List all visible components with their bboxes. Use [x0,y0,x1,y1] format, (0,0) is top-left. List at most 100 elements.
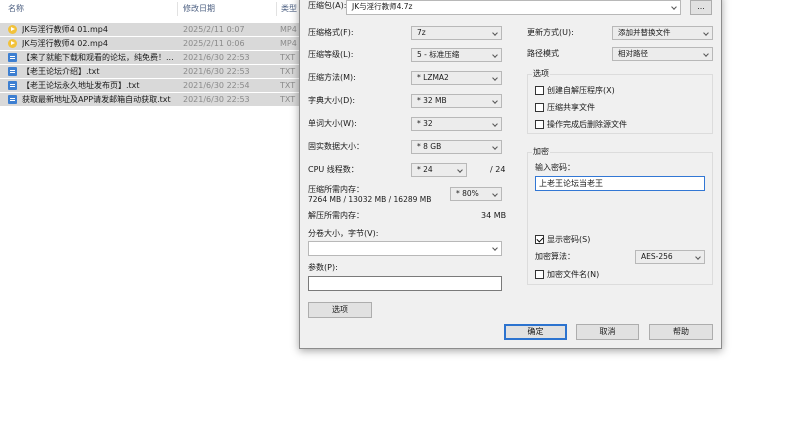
column-separator[interactable] [276,2,277,16]
file-list: 名称 修改日期 类型 JK与淫行教师4 01.mp4 2025/2/11 0:0… [0,0,310,436]
chevron-down-icon [703,30,709,36]
file-name: 【老王论坛介绍】.txt [22,67,100,76]
archive-path-value: JK与淫行教师4.7z [352,2,413,11]
archive-label: 压缩包(A): [308,1,347,10]
text-file-icon [8,67,17,76]
show-password-checkbox-label: 显示密码(S) [547,235,591,244]
file-row[interactable]: 获取最新地址及APP请发邮箱自动获取.txt 2021/6/30 22:53 T… [0,93,300,106]
method-label: 压缩方法(M): [308,73,356,82]
file-name: 获取最新地址及APP请发邮箱自动获取.txt [22,95,171,104]
threads-total: / 24 [490,165,506,174]
encryption-method-value: AES-256 [641,252,673,261]
method-combo[interactable]: * LZMA2 [411,71,502,85]
file-type: TXT [280,53,296,62]
text-file-icon [8,95,17,104]
password-input[interactable]: 上老王论坛当老王 [535,176,705,191]
file-type: MP4 [280,25,297,34]
file-date: 2021/6/30 22:53 [183,53,250,62]
threads-value: * 24 [417,165,433,174]
file-type: MP4 [280,39,297,48]
cancel-button[interactable]: 取消 [576,324,639,340]
threads-label: CPU 线程数： [308,165,359,174]
file-type: TXT [280,81,296,90]
file-row[interactable]: JK与淫行教师4 01.mp4 2025/2/11 0:07 MP4 [0,23,300,36]
format-label: 压缩格式(F): [308,28,354,37]
parameters-label: 参数(P): [308,263,338,272]
password-label: 输入密码： [535,163,575,172]
encryption-method-combo[interactable]: AES-256 [635,250,705,264]
dictionary-label: 字典大小(D): [308,96,356,105]
level-value: 5 - 标准压缩 [417,50,460,59]
split-volume-combo[interactable] [308,241,502,256]
dictionary-combo[interactable]: * 32 MB [411,94,502,108]
file-row[interactable]: 【来了就能下载和观看的论坛，纯免费！... 2021/6/30 22:53 TX… [0,51,300,64]
file-name: JK与淫行教师4 01.mp4 [22,25,108,34]
checkbox-unchecked-icon [535,270,544,279]
checkbox-unchecked-icon [535,86,544,95]
text-file-icon [8,81,17,90]
memory-percent-value: * 80% [456,189,479,198]
solid-size-combo[interactable]: * 8 GB [411,140,502,154]
chevron-down-icon [492,75,498,81]
file-date: 2021/6/30 22:53 [183,67,250,76]
delete-after-checkbox-label: 操作完成后删除源文件 [547,120,627,129]
decompress-memory-value: 34 MB [481,211,507,220]
ok-button[interactable]: 确定 [504,324,567,340]
memory-percent-combo[interactable]: * 80% [450,187,502,201]
chevron-down-icon [671,4,677,10]
help-button[interactable]: 帮助 [649,324,713,340]
threads-combo[interactable]: * 24 [411,163,467,177]
file-type: TXT [280,67,296,76]
file-row[interactable]: 【老王论坛永久地址发布页】.txt 2021/6/30 22:54 TXT [0,79,300,92]
checkbox-checked-icon [535,235,544,244]
method-value: * LZMA2 [417,73,449,82]
update-mode-combo[interactable]: 添加并替换文件 [612,26,713,40]
chevron-down-icon [492,121,498,127]
file-name: 【老王论坛永久地址发布页】.txt [22,81,140,90]
video-file-icon [8,25,17,34]
chevron-down-icon [695,254,701,260]
path-mode-combo[interactable]: 相对路径 [612,47,713,61]
file-date: 2021/6/30 22:54 [183,81,250,90]
encryption-method-label: 加密算法： [535,252,575,261]
column-header-type[interactable]: 类型 [281,0,297,17]
path-mode-label: 路径模式 [527,49,559,58]
chevron-down-icon [492,30,498,36]
word-size-label: 单词大小(W): [308,119,357,128]
file-date: 2021/6/30 22:53 [183,95,250,104]
format-combo[interactable]: 7z [411,26,502,40]
file-row[interactable]: JK与淫行教师4 02.mp4 2025/2/11 0:06 MP4 [0,37,300,50]
browse-button[interactable]: ... [690,0,712,15]
column-header-modified[interactable]: 修改日期 [183,0,215,17]
parameters-input[interactable] [308,276,502,291]
level-combo[interactable]: 5 - 标准压缩 [411,48,502,62]
solid-size-label: 固实数据大小： [308,142,364,151]
format-value: 7z [417,28,426,37]
options-group-title: 选项 [532,69,550,79]
memory-detail: 7264 MB / 13032 MB / 16289 MB [308,195,432,204]
dictionary-value: * 32 MB [417,96,447,105]
chevron-down-icon [492,52,498,58]
file-name: 【来了就能下载和观看的论坛，纯免费！... [22,53,174,62]
column-separator[interactable] [177,2,178,16]
text-file-icon [8,53,17,62]
decompress-memory-label: 解压所需内存： [308,211,364,220]
archive-path-combo[interactable]: JK与淫行教师4.7z [346,0,681,15]
file-name: JK与淫行教师4 02.mp4 [22,39,108,48]
chevron-down-icon [492,98,498,104]
options-button[interactable]: 选项 [308,302,372,318]
chevron-down-icon [492,191,498,197]
shared-files-checkbox-label: 压缩共享文件 [547,103,595,112]
file-row[interactable]: 【老王论坛介绍】.txt 2021/6/30 22:53 TXT [0,65,300,78]
column-header-name[interactable]: 名称 [8,0,24,17]
level-label: 压缩等级(L): [308,50,354,59]
memory-label: 压缩所需内存： [308,185,364,194]
checkbox-unchecked-icon [535,103,544,112]
word-size-combo[interactable]: * 32 [411,117,502,131]
chevron-down-icon [703,51,709,57]
chevron-down-icon [492,144,498,150]
encrypt-names-checkbox-label: 加密文件名(N) [547,270,600,279]
chevron-down-icon [492,245,498,251]
word-size-value: * 32 [417,119,433,128]
sfx-checkbox-label: 创建自解压程序(X) [547,86,615,95]
